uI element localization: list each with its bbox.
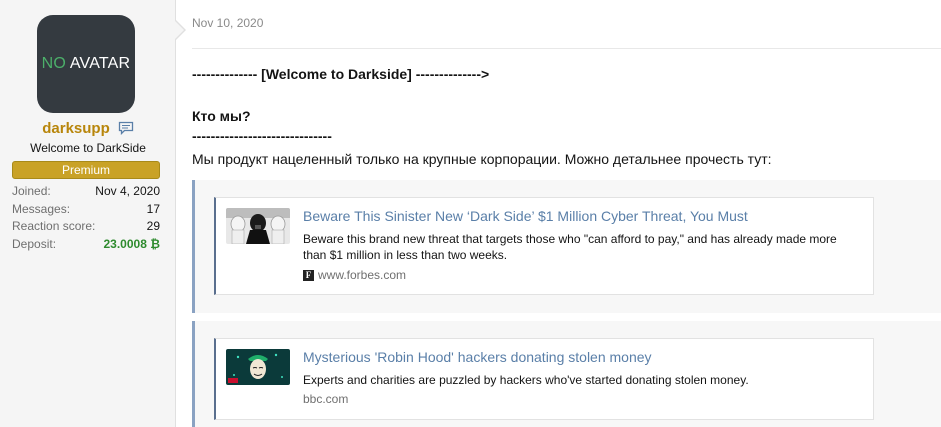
post-question: Кто мы?	[192, 108, 251, 124]
username-row: darksupp	[0, 118, 176, 138]
divider	[192, 48, 941, 49]
user-sidebar: NO AVATAR darksupp Welcome to DarkSide P…	[0, 0, 176, 427]
stat-value: 29	[146, 219, 160, 233]
link-preview-quote: Beware This Sinister New ‘Dark Side’ $1 …	[192, 180, 941, 313]
post-date[interactable]: Nov 10, 2020	[192, 16, 263, 30]
link-domain: www.forbes.com	[318, 268, 407, 282]
stat-key: Messages:	[12, 201, 71, 216]
avatar-prefix: NO	[41, 55, 67, 72]
post-arrow-inner	[175, 21, 184, 39]
premium-banner: Premium	[12, 161, 160, 179]
stat-deposit: Deposit: 23.0008 ₿	[12, 236, 160, 254]
stat-value: Nov 4, 2020	[95, 184, 160, 198]
post-heading: -------------- [Welcome to Darkside] ---…	[192, 66, 490, 82]
stat-key: Deposit:	[12, 236, 57, 251]
link-preview-quote: Mysterious 'Robin Hood' hackers donating…	[192, 321, 941, 427]
stat-key: Reaction score:	[12, 219, 96, 233]
forbes-thumbnail	[226, 208, 290, 244]
stat-messages: Messages: 17	[12, 201, 160, 219]
stat-value[interactable]: 17	[147, 201, 160, 219]
link-description: Beware this brand new threat that target…	[303, 232, 837, 262]
deposit-value: 23.0008 ₿	[103, 236, 161, 251]
link-preview-card[interactable]: Beware This Sinister New ‘Dark Side’ $1 …	[214, 197, 874, 295]
username-link[interactable]: darksupp	[42, 120, 110, 137]
avatar-suffix: AVATAR	[66, 55, 131, 72]
user-stats: Joined: Nov 4, 2020 Messages: 17 Reactio…	[12, 183, 160, 253]
message-icon[interactable]	[118, 121, 134, 136]
link-domain-row: bbc.com	[303, 392, 348, 406]
stat-reaction-score: Reaction score: 29	[12, 218, 160, 236]
link-description: Experts and charities are puzzled by hac…	[303, 373, 749, 387]
stat-key: Joined:	[12, 184, 51, 198]
link-title[interactable]: Beware This Sinister New ‘Dark Side’ $1 …	[303, 208, 748, 224]
link-domain-row: F www.forbes.com	[303, 268, 406, 282]
bbc-thumbnail	[226, 349, 290, 385]
avatar[interactable]: NO AVATAR	[37, 15, 135, 113]
link-preview-card[interactable]: Mysterious 'Robin Hood' hackers donating…	[214, 338, 874, 420]
link-title[interactable]: Mysterious 'Robin Hood' hackers donating…	[303, 349, 652, 365]
forbes-favicon-icon: F	[303, 269, 314, 281]
user-title: Welcome to DarkSide	[30, 141, 146, 155]
stat-joined: Joined: Nov 4, 2020	[12, 183, 160, 201]
link-domain: bbc.com	[303, 392, 349, 406]
post-separator: ------------------------------	[192, 128, 332, 144]
post-intro: Мы продукт нацеленный только на крупные …	[192, 151, 772, 167]
